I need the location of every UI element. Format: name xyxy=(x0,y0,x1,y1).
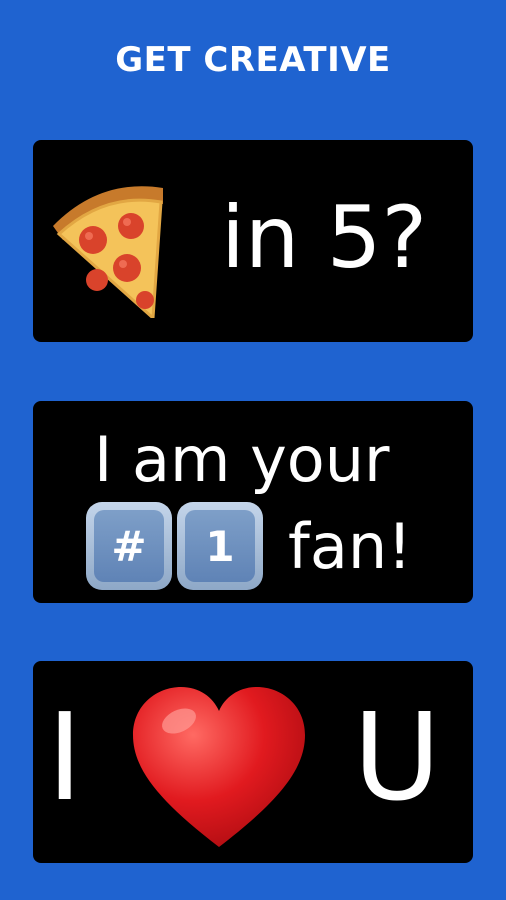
page-title: GET CREATIVE xyxy=(115,40,391,80)
card-2-line-1: I am your xyxy=(94,423,390,496)
pizza-slice-icon xyxy=(45,168,165,322)
red-heart-icon xyxy=(129,683,309,851)
card-2-line-2-suffix: fan! xyxy=(288,510,412,583)
keycap-hash-label: # xyxy=(94,510,164,582)
example-card-love: I U xyxy=(33,661,473,863)
card-3-left-text: I xyxy=(47,689,83,828)
keycap-hash-icon: # xyxy=(86,502,172,590)
card-3-right-text: U xyxy=(353,689,441,828)
keycap-one-icon: 1 xyxy=(177,502,263,590)
keycap-one-label: 1 xyxy=(185,510,255,582)
example-card-pizza: in 5? xyxy=(33,140,473,342)
card-1-text: in 5? xyxy=(221,188,428,288)
example-card-fan: I am your # 1 fan! xyxy=(33,401,473,603)
